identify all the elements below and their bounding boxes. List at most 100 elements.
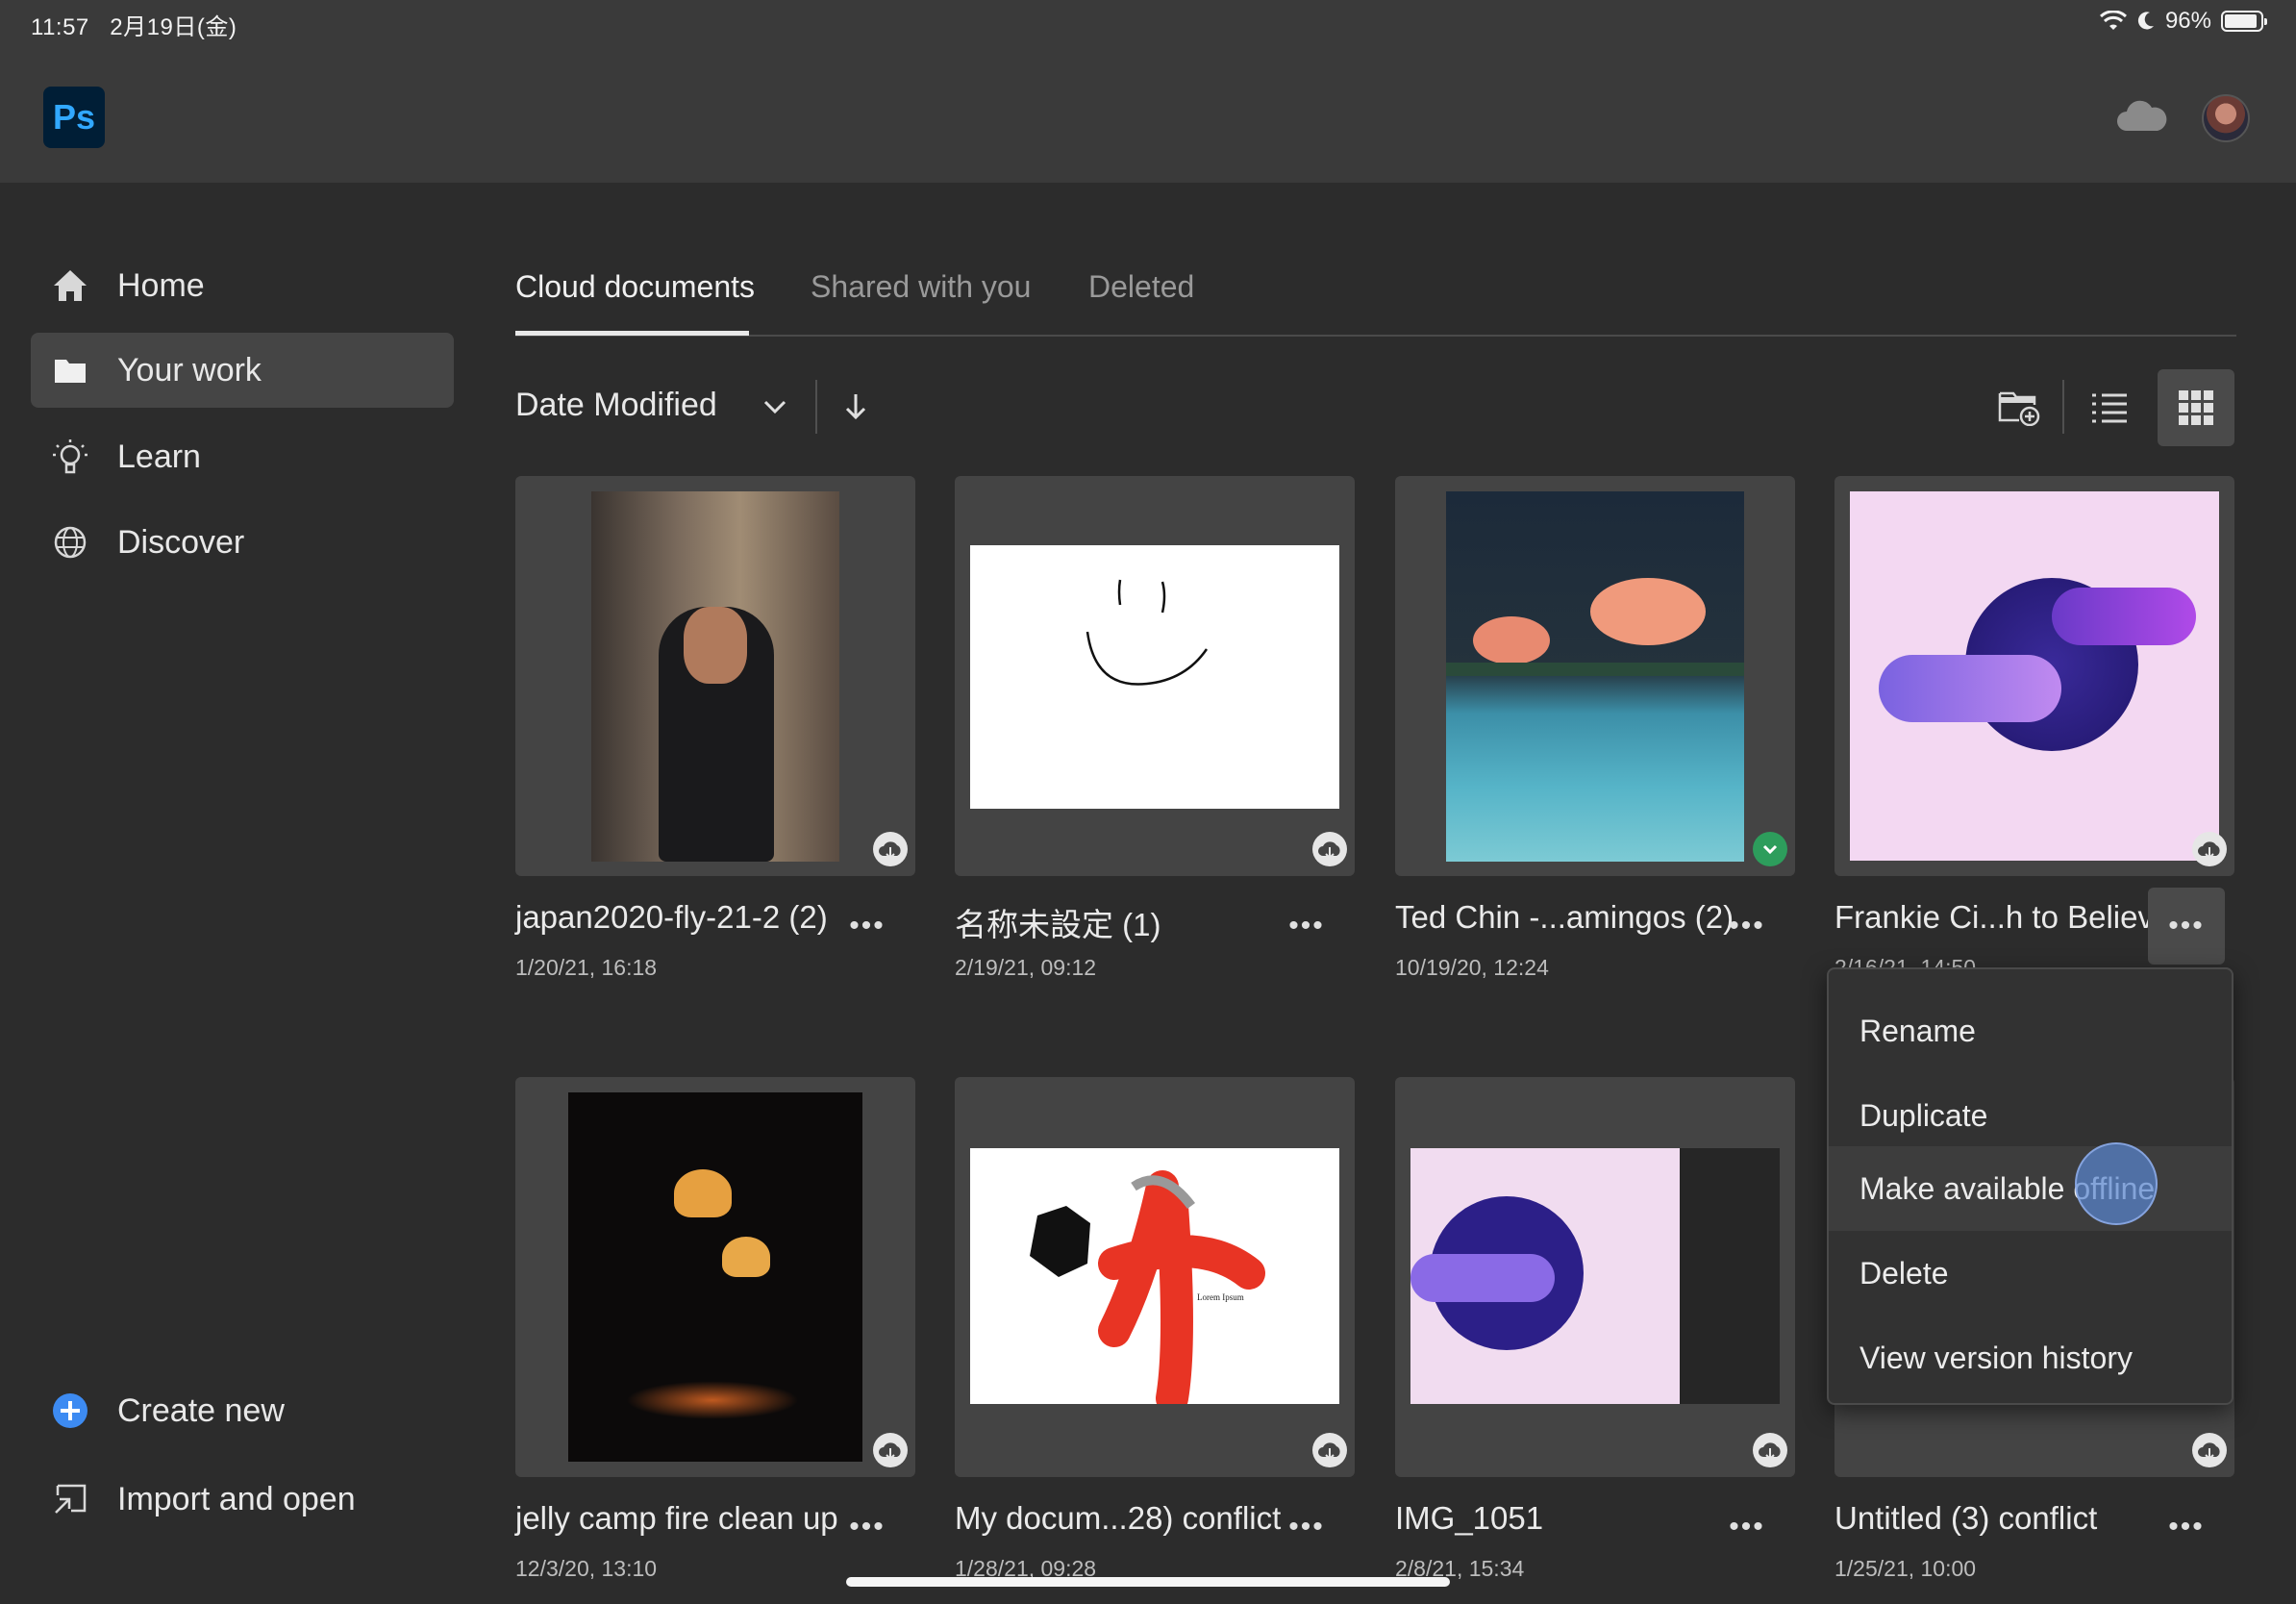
globe-icon	[50, 522, 90, 563]
cloud-download-icon[interactable]	[873, 832, 908, 866]
status-indicators: 96%	[2099, 8, 2267, 35]
synced-check-icon	[1753, 832, 1787, 866]
status-clock: 11:57	[31, 14, 89, 40]
document-title[interactable]: Ted Chin -...amingos (2)	[1395, 899, 1734, 936]
document-title[interactable]: Untitled (3) conflict	[1834, 1500, 2097, 1537]
ellipsis-icon: •••	[849, 1511, 886, 1542]
menu-item-delete[interactable]: Delete	[1829, 1231, 2232, 1316]
list-view-icon	[2092, 393, 2127, 423]
cloud-download-icon[interactable]	[1753, 1433, 1787, 1467]
menu-item-rename[interactable]: Rename	[1829, 989, 2232, 1073]
sort-dropdown[interactable]: Date Modified	[515, 387, 717, 424]
cloud-download-icon[interactable]	[1312, 832, 1347, 866]
sketch-canvas	[970, 545, 1339, 809]
touch-indicator	[2075, 1142, 2158, 1225]
grid-view-button[interactable]	[2158, 369, 2234, 446]
document-title[interactable]: Frankie Ci...h to Believe	[1834, 899, 2171, 936]
plus-circle-icon	[50, 1391, 90, 1431]
menu-item-make-available-offline[interactable]: Make available offline	[1829, 1146, 2232, 1231]
ellipsis-icon: •••	[1288, 910, 1325, 941]
document-title[interactable]: 名称未設定 (1)	[955, 899, 1161, 945]
sidebar-item-label: Your work	[117, 351, 262, 388]
photoshop-logo[interactable]: Ps	[43, 87, 105, 148]
document-tabs: Cloud documents Shared with you Deleted	[515, 258, 2236, 337]
more-options-button[interactable]: •••	[829, 1489, 906, 1566]
cloud-download-icon[interactable]	[2192, 832, 2227, 866]
sidebar: Home Your work Learn Discover Create new…	[0, 183, 462, 1604]
more-options-button[interactable]: •••	[1268, 888, 1345, 965]
illustration-artwork	[1850, 491, 2219, 861]
cloud-download-icon[interactable]	[2192, 1433, 2227, 1467]
menu-item-label: Delete	[1859, 1255, 1949, 1291]
status-date: 2月19日(金)	[110, 14, 237, 40]
document-date: 10/19/20, 12:24	[1395, 955, 1549, 980]
battery-icon	[2221, 11, 2267, 32]
sort-direction-icon[interactable]	[838, 388, 873, 423]
create-new-button[interactable]: Create new	[31, 1373, 454, 1448]
tab-shared-with-you[interactable]: Shared with you	[811, 269, 1031, 305]
battery-percent: 96%	[2164, 8, 2211, 34]
cloud-storage-icon[interactable]	[2115, 96, 2167, 135]
more-options-button[interactable]: •••	[829, 888, 906, 965]
document-date: 2/19/21, 09:12	[955, 955, 1097, 980]
sidebar-item-home[interactable]: Home	[31, 248, 454, 323]
more-options-button[interactable]: •••	[2148, 888, 2225, 965]
document-title[interactable]: japan2020-fly-21-2 (2)	[515, 899, 828, 936]
document-title[interactable]: IMG_1051	[1395, 1500, 1543, 1537]
document-title[interactable]: My docum...28) conflict	[955, 1500, 1281, 1537]
user-avatar[interactable]	[2202, 94, 2250, 142]
list-view-button[interactable]	[2071, 369, 2148, 446]
more-options-button[interactable]: •••	[1709, 1489, 1785, 1566]
tab-cloud-documents[interactable]: Cloud documents	[515, 269, 755, 305]
more-options-button[interactable]: •••	[1709, 888, 1785, 965]
jellyfish-photo	[568, 1092, 862, 1462]
cloud-download-icon[interactable]	[873, 1433, 908, 1467]
import-and-open-label: Import and open	[117, 1480, 356, 1517]
brush-artwork: Lorem Ipsum	[970, 1148, 1339, 1415]
document-thumbnail[interactable]	[1834, 476, 2234, 876]
ellipsis-icon: •••	[849, 910, 886, 941]
menu-item-label: View version history	[1859, 1340, 2133, 1375]
document-title[interactable]: jelly camp fire clean up	[515, 1500, 838, 1537]
document-thumbnail[interactable]	[515, 476, 915, 876]
app-header: 11:57 2月19日(金) 96% Ps	[0, 0, 2296, 183]
new-folder-button[interactable]	[1981, 369, 2058, 446]
more-options-button[interactable]: •••	[1268, 1489, 1345, 1566]
ellipsis-icon: •••	[1729, 910, 1765, 941]
document-thumbnail[interactable]	[515, 1077, 915, 1477]
home-indicator[interactable]	[846, 1577, 1450, 1587]
tab-deleted[interactable]: Deleted	[1088, 269, 1194, 305]
document-date: 1/25/21, 10:00	[1834, 1556, 1977, 1581]
flamingo-photo	[1446, 491, 1744, 862]
screenshot-thumbnail	[1410, 1148, 1780, 1404]
document-thumbnail[interactable]: Lorem Ipsum	[955, 1077, 1355, 1477]
document-thumbnail[interactable]	[1395, 1077, 1795, 1477]
toolbar-divider	[815, 380, 817, 434]
lightbulb-icon	[50, 437, 90, 477]
sidebar-item-your-work[interactable]: Your work	[31, 333, 454, 408]
import-icon	[50, 1479, 90, 1519]
more-options-button[interactable]: •••	[2148, 1489, 2225, 1566]
home-icon	[50, 265, 90, 306]
document-date: 1/20/21, 16:18	[515, 955, 658, 980]
new-folder-icon	[1998, 391, 2040, 426]
sidebar-item-label: Home	[117, 266, 205, 304]
import-and-open-button[interactable]: Import and open	[31, 1462, 454, 1537]
cloud-download-icon[interactable]	[1312, 1433, 1347, 1467]
ellipsis-icon: •••	[1729, 1511, 1765, 1542]
status-time: 11:57 2月19日(金)	[31, 8, 237, 41]
menu-item-label: Duplicate	[1859, 1097, 1988, 1133]
document-thumbnail[interactable]	[1395, 476, 1795, 876]
ellipsis-icon: •••	[2168, 1511, 2205, 1542]
moon-icon	[2137, 12, 2154, 30]
sidebar-item-discover[interactable]: Discover	[31, 505, 454, 580]
menu-item-view-version-history[interactable]: View version history	[1829, 1316, 2232, 1400]
sidebar-item-learn[interactable]: Learn	[31, 419, 454, 494]
toolbar-divider	[2062, 380, 2064, 434]
chevron-down-icon[interactable]	[758, 392, 792, 421]
sidebar-item-label: Discover	[117, 523, 245, 561]
active-tab-indicator	[515, 331, 749, 336]
document-context-menu: Rename Duplicate Make available offline …	[1827, 967, 2234, 1405]
document-thumbnail[interactable]	[955, 476, 1355, 876]
menu-item-duplicate[interactable]: Duplicate	[1829, 1073, 2232, 1158]
